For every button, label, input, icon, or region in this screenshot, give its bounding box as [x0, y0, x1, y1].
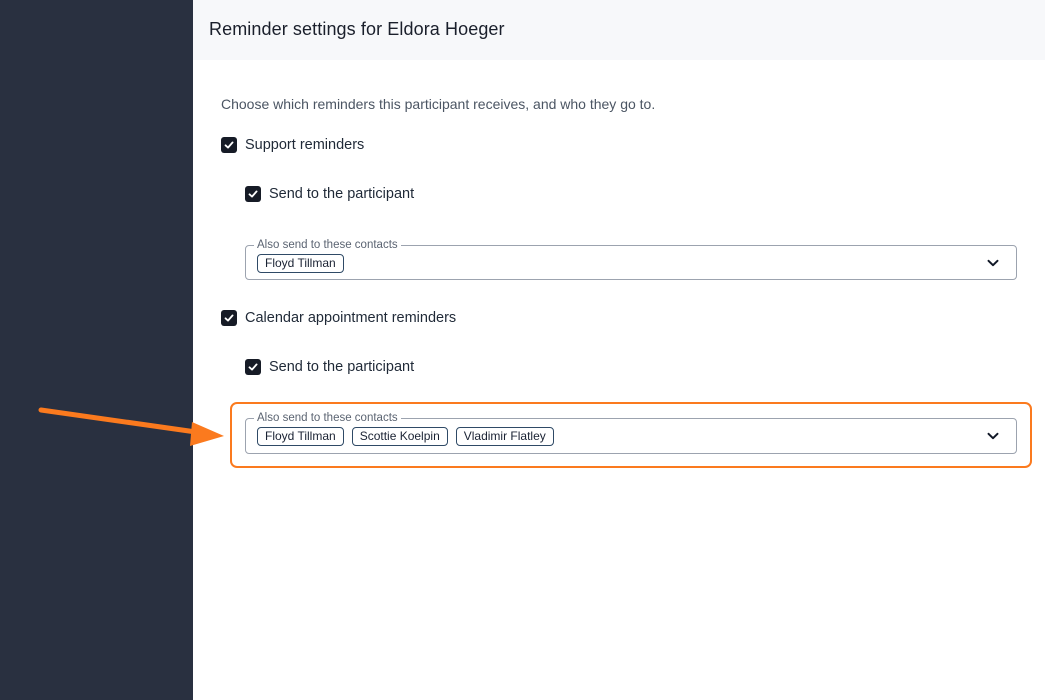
- arrow-icon: [38, 407, 224, 446]
- calendar-send-to-participant-label: Send to the participant: [269, 359, 415, 375]
- support-reminders-label: Support reminders: [245, 137, 365, 153]
- highlight-box: [230, 402, 1032, 468]
- intro-text: Choose which reminders this participant …: [221, 96, 656, 112]
- support-contacts-select[interactable]: Also send to these contacts Floyd Tillma…: [245, 238, 1017, 280]
- main-panel: Reminder settings for Eldora Hoeger Choo…: [193, 0, 1045, 700]
- page-title: Reminder settings for Eldora Hoeger: [209, 19, 505, 39]
- calendar-reminders-checkbox[interactable]: Calendar appointment reminders: [221, 309, 456, 327]
- support-reminders-checkbox[interactable]: Support reminders: [221, 136, 364, 154]
- support-send-to-participant-checkbox[interactable]: Send to the participant: [245, 185, 414, 203]
- support-send-to-participant-label: Send to the participant: [269, 186, 415, 202]
- support-contacts-legend: Also send to these contacts: [254, 238, 401, 252]
- checkmark-icon: [245, 186, 261, 202]
- chevron-down-icon[interactable]: [986, 256, 1000, 270]
- checkmark-icon: [245, 359, 261, 375]
- page-header: Reminder settings for Eldora Hoeger: [193, 0, 1045, 60]
- calendar-send-to-participant-checkbox[interactable]: Send to the participant: [245, 358, 414, 376]
- calendar-reminders-label: Calendar appointment reminders: [245, 310, 457, 326]
- contact-chip[interactable]: Floyd Tillman: [257, 254, 344, 273]
